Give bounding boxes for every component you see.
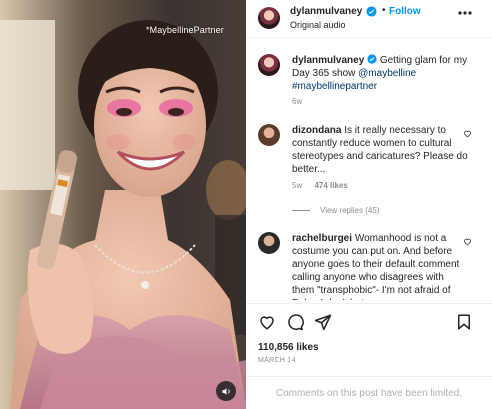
heart-icon[interactable]	[463, 129, 472, 138]
caption-timestamp: 6w	[292, 97, 303, 106]
comment-icon[interactable]	[286, 313, 304, 331]
post-actions: 110,856 likes MARCH 14 Comments on this …	[246, 303, 492, 409]
more-options-icon[interactable]	[456, 6, 474, 20]
avatar[interactable]	[258, 7, 280, 29]
replies-divider	[292, 210, 310, 211]
avatar[interactable]	[258, 54, 280, 76]
avatar[interactable]	[258, 124, 280, 146]
caption-username[interactable]: dylanmulvaney	[292, 55, 364, 66]
verified-badge-icon	[366, 6, 377, 17]
comment-username[interactable]: rachelburgei	[292, 233, 352, 244]
heart-icon[interactable]	[258, 313, 276, 331]
bookmark-icon[interactable]	[455, 313, 473, 331]
follow-button[interactable]: Follow	[389, 6, 421, 17]
comment-username[interactable]: dizondana	[292, 125, 341, 136]
caption-hashtag-link[interactable]: #maybellinepartner	[292, 81, 377, 92]
audio-label[interactable]: Original audio	[290, 20, 346, 30]
share-icon[interactable]	[314, 313, 332, 331]
verified-badge-icon	[367, 54, 377, 64]
author-username[interactable]: dylanmulvaney	[290, 6, 362, 17]
view-replies-label[interactable]: View replies (45)	[320, 206, 379, 215]
video-media[interactable]: *MaybellinePartner	[0, 0, 246, 409]
caption-text: dylanmulvaney Getting glam for my Day 36…	[292, 54, 480, 93]
comment-meta: 5w 474 likes	[292, 181, 358, 190]
separator-dot: •	[382, 5, 386, 16]
heart-icon[interactable]	[463, 237, 472, 246]
partner-tag: *MaybellinePartner	[146, 25, 224, 35]
audio-toggle-button[interactable]	[216, 381, 236, 401]
comments-limited-notice: Comments on this post have been limited.	[246, 376, 492, 409]
comment-likes[interactable]: 474 likes	[314, 181, 347, 190]
comment-timestamp: 5w	[292, 181, 303, 190]
post-header: dylanmulvaney • Follow Original audio	[246, 0, 492, 38]
comment-text: rachelburgei Womanhood is not a costume …	[292, 232, 468, 300]
post-date: MARCH 14	[258, 357, 296, 364]
view-replies-button[interactable]: View replies (45)	[292, 206, 379, 215]
avatar[interactable]	[258, 232, 280, 254]
likes-count[interactable]: 110,856 likes	[258, 342, 319, 353]
comment-text: dizondana Is it really necessary to cons…	[292, 124, 468, 176]
caption-mention-link[interactable]: @maybelline	[358, 68, 416, 79]
speaker-icon	[221, 387, 230, 395]
video-frame	[0, 0, 246, 409]
